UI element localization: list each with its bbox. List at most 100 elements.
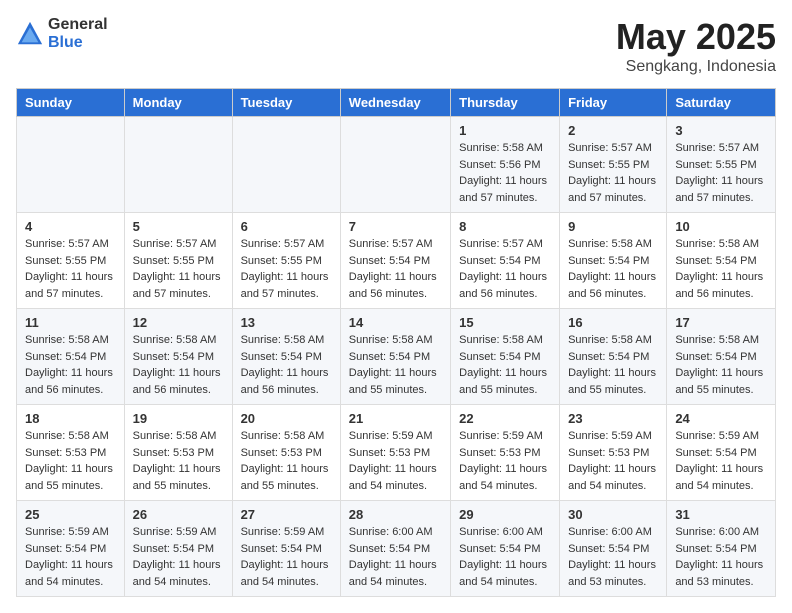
day-info: Sunrise: 5:57 AM Sunset: 5:55 PM Dayligh… [241,236,332,302]
day-info: Sunrise: 5:59 AM Sunset: 5:54 PM Dayligh… [133,524,224,590]
day-number: 3 [675,123,767,138]
calendar-cell: 9 Sunrise: 5:58 AM Sunset: 5:54 PM Daylig… [560,213,667,309]
day-number: 15 [459,315,551,330]
day-info: Sunrise: 6:00 AM Sunset: 5:54 PM Dayligh… [349,524,442,590]
calendar-cell [17,117,125,213]
calendar-title: May 2025 [616,16,776,58]
day-number: 8 [459,219,551,234]
day-number: 17 [675,315,767,330]
weekday-header-friday: Friday [560,89,667,117]
calendar-cell: 30 Sunrise: 6:00 AM Sunset: 5:54 PM Dayli… [560,501,667,597]
calendar-cell: 6 Sunrise: 5:57 AM Sunset: 5:55 PM Daylig… [232,213,340,309]
calendar-week-row: 11 Sunrise: 5:58 AM Sunset: 5:54 PM Dayli… [17,309,776,405]
calendar-cell: 17 Sunrise: 5:58 AM Sunset: 5:54 PM Dayli… [667,309,776,405]
calendar-cell: 27 Sunrise: 5:59 AM Sunset: 5:54 PM Dayli… [232,501,340,597]
day-info: Sunrise: 5:59 AM Sunset: 5:53 PM Dayligh… [568,428,658,494]
day-info: Sunrise: 5:57 AM Sunset: 5:55 PM Dayligh… [25,236,116,302]
day-number: 20 [241,411,332,426]
calendar-cell: 22 Sunrise: 5:59 AM Sunset: 5:53 PM Dayli… [451,405,560,501]
calendar-cell: 21 Sunrise: 5:59 AM Sunset: 5:53 PM Dayli… [340,405,450,501]
calendar-body: 1 Sunrise: 5:58 AM Sunset: 5:56 PM Daylig… [17,117,776,597]
day-number: 19 [133,411,224,426]
calendar-cell: 2 Sunrise: 5:57 AM Sunset: 5:55 PM Daylig… [560,117,667,213]
calendar-cell: 16Sunrise: 5:58 AM Sunset: 5:54 PM Dayli… [560,309,667,405]
day-number: 27 [241,507,332,522]
day-number: 9 [568,219,658,234]
day-info: Sunrise: 5:58 AM Sunset: 5:54 PM Dayligh… [349,332,442,398]
calendar-header: SundayMondayTuesdayWednesdayThursdayFrid… [17,89,776,117]
day-number: 11 [25,315,116,330]
day-info: Sunrise: 5:58 AM Sunset: 5:54 PM Dayligh… [568,332,658,398]
weekday-header-wednesday: Wednesday [340,89,450,117]
day-info: Sunrise: 5:58 AM Sunset: 5:54 PM Dayligh… [133,332,224,398]
calendar-cell: 28 Sunrise: 6:00 AM Sunset: 5:54 PM Dayli… [340,501,450,597]
day-info: Sunrise: 5:58 AM Sunset: 5:53 PM Dayligh… [133,428,224,494]
logo-general-text: General [48,16,108,34]
day-number: 2 [568,123,658,138]
day-info: Sunrise: 5:58 AM Sunset: 5:56 PM Dayligh… [459,140,551,206]
day-info: Sunrise: 6:00 AM Sunset: 5:54 PM Dayligh… [568,524,658,590]
day-info: Sunrise: 5:59 AM Sunset: 5:54 PM Dayligh… [25,524,116,590]
weekday-row: SundayMondayTuesdayWednesdayThursdayFrid… [17,89,776,117]
day-info: Sunrise: 5:57 AM Sunset: 5:55 PM Dayligh… [568,140,658,206]
day-number: 1 [459,123,551,138]
calendar-cell: 11Sunrise: 5:58 AM Sunset: 5:54 PM Dayli… [17,309,125,405]
day-number: 4 [25,219,116,234]
calendar-cell: 18Sunrise: 5:58 AM Sunset: 5:53 PM Dayli… [17,405,125,501]
day-info: Sunrise: 5:57 AM Sunset: 5:54 PM Dayligh… [349,236,442,302]
calendar-cell: 14 Sunrise: 5:58 AM Sunset: 5:54 PM Dayli… [340,309,450,405]
calendar-week-row: 4 Sunrise: 5:57 AM Sunset: 5:55 PM Daylig… [17,213,776,309]
day-info: Sunrise: 5:57 AM Sunset: 5:55 PM Dayligh… [675,140,767,206]
day-number: 31 [675,507,767,522]
calendar-cell: 3 Sunrise: 5:57 AM Sunset: 5:55 PM Daylig… [667,117,776,213]
day-info: Sunrise: 5:58 AM Sunset: 5:54 PM Dayligh… [675,332,767,398]
weekday-header-monday: Monday [124,89,232,117]
day-number: 7 [349,219,442,234]
calendar-cell: 15Sunrise: 5:58 AM Sunset: 5:54 PM Dayli… [451,309,560,405]
day-number: 24 [675,411,767,426]
day-number: 30 [568,507,658,522]
weekday-header-saturday: Saturday [667,89,776,117]
day-number: 5 [133,219,224,234]
calendar-table: SundayMondayTuesdayWednesdayThursdayFrid… [16,88,776,597]
day-number: 6 [241,219,332,234]
day-number: 23 [568,411,658,426]
calendar-subtitle: Sengkang, Indonesia [616,58,776,76]
day-info: Sunrise: 5:58 AM Sunset: 5:54 PM Dayligh… [241,332,332,398]
title-area: May 2025 Sengkang, Indonesia [616,16,776,76]
weekday-header-thursday: Thursday [451,89,560,117]
day-number: 21 [349,411,442,426]
calendar-cell: 10Sunrise: 5:58 AM Sunset: 5:54 PM Dayli… [667,213,776,309]
calendar-cell: 31 Sunrise: 6:00 AM Sunset: 5:54 PM Dayli… [667,501,776,597]
day-number: 13 [241,315,332,330]
calendar-cell: 7 Sunrise: 5:57 AM Sunset: 5:54 PM Daylig… [340,213,450,309]
page-header: General Blue May 2025 Sengkang, Indonesi… [16,16,776,76]
day-info: Sunrise: 5:57 AM Sunset: 5:55 PM Dayligh… [133,236,224,302]
day-number: 12 [133,315,224,330]
logo-blue-text: Blue [48,34,108,52]
calendar-cell [124,117,232,213]
day-number: 22 [459,411,551,426]
day-number: 26 [133,507,224,522]
calendar-cell [340,117,450,213]
logo-icon [16,20,44,48]
day-info: Sunrise: 5:58 AM Sunset: 5:53 PM Dayligh… [241,428,332,494]
day-number: 29 [459,507,551,522]
day-info: Sunrise: 5:59 AM Sunset: 5:53 PM Dayligh… [349,428,442,494]
day-number: 14 [349,315,442,330]
calendar-cell: 13 Sunrise: 5:58 AM Sunset: 5:54 PM Dayli… [232,309,340,405]
day-info: Sunrise: 5:59 AM Sunset: 5:53 PM Dayligh… [459,428,551,494]
calendar-cell: 19 Sunrise: 5:58 AM Sunset: 5:53 PM Dayli… [124,405,232,501]
calendar-cell: 12 Sunrise: 5:58 AM Sunset: 5:54 PM Dayli… [124,309,232,405]
day-info: Sunrise: 6:00 AM Sunset: 5:54 PM Dayligh… [675,524,767,590]
calendar-cell: 4 Sunrise: 5:57 AM Sunset: 5:55 PM Daylig… [17,213,125,309]
day-info: Sunrise: 5:58 AM Sunset: 5:54 PM Dayligh… [675,236,767,302]
weekday-header-sunday: Sunday [17,89,125,117]
calendar-week-row: 25Sunrise: 5:59 AM Sunset: 5:54 PM Dayli… [17,501,776,597]
day-info: Sunrise: 5:58 AM Sunset: 5:54 PM Dayligh… [568,236,658,302]
calendar-cell [232,117,340,213]
day-number: 28 [349,507,442,522]
calendar-cell: 8Sunrise: 5:57 AM Sunset: 5:54 PM Daylig… [451,213,560,309]
logo: General Blue [16,16,108,51]
day-info: Sunrise: 5:59 AM Sunset: 5:54 PM Dayligh… [241,524,332,590]
